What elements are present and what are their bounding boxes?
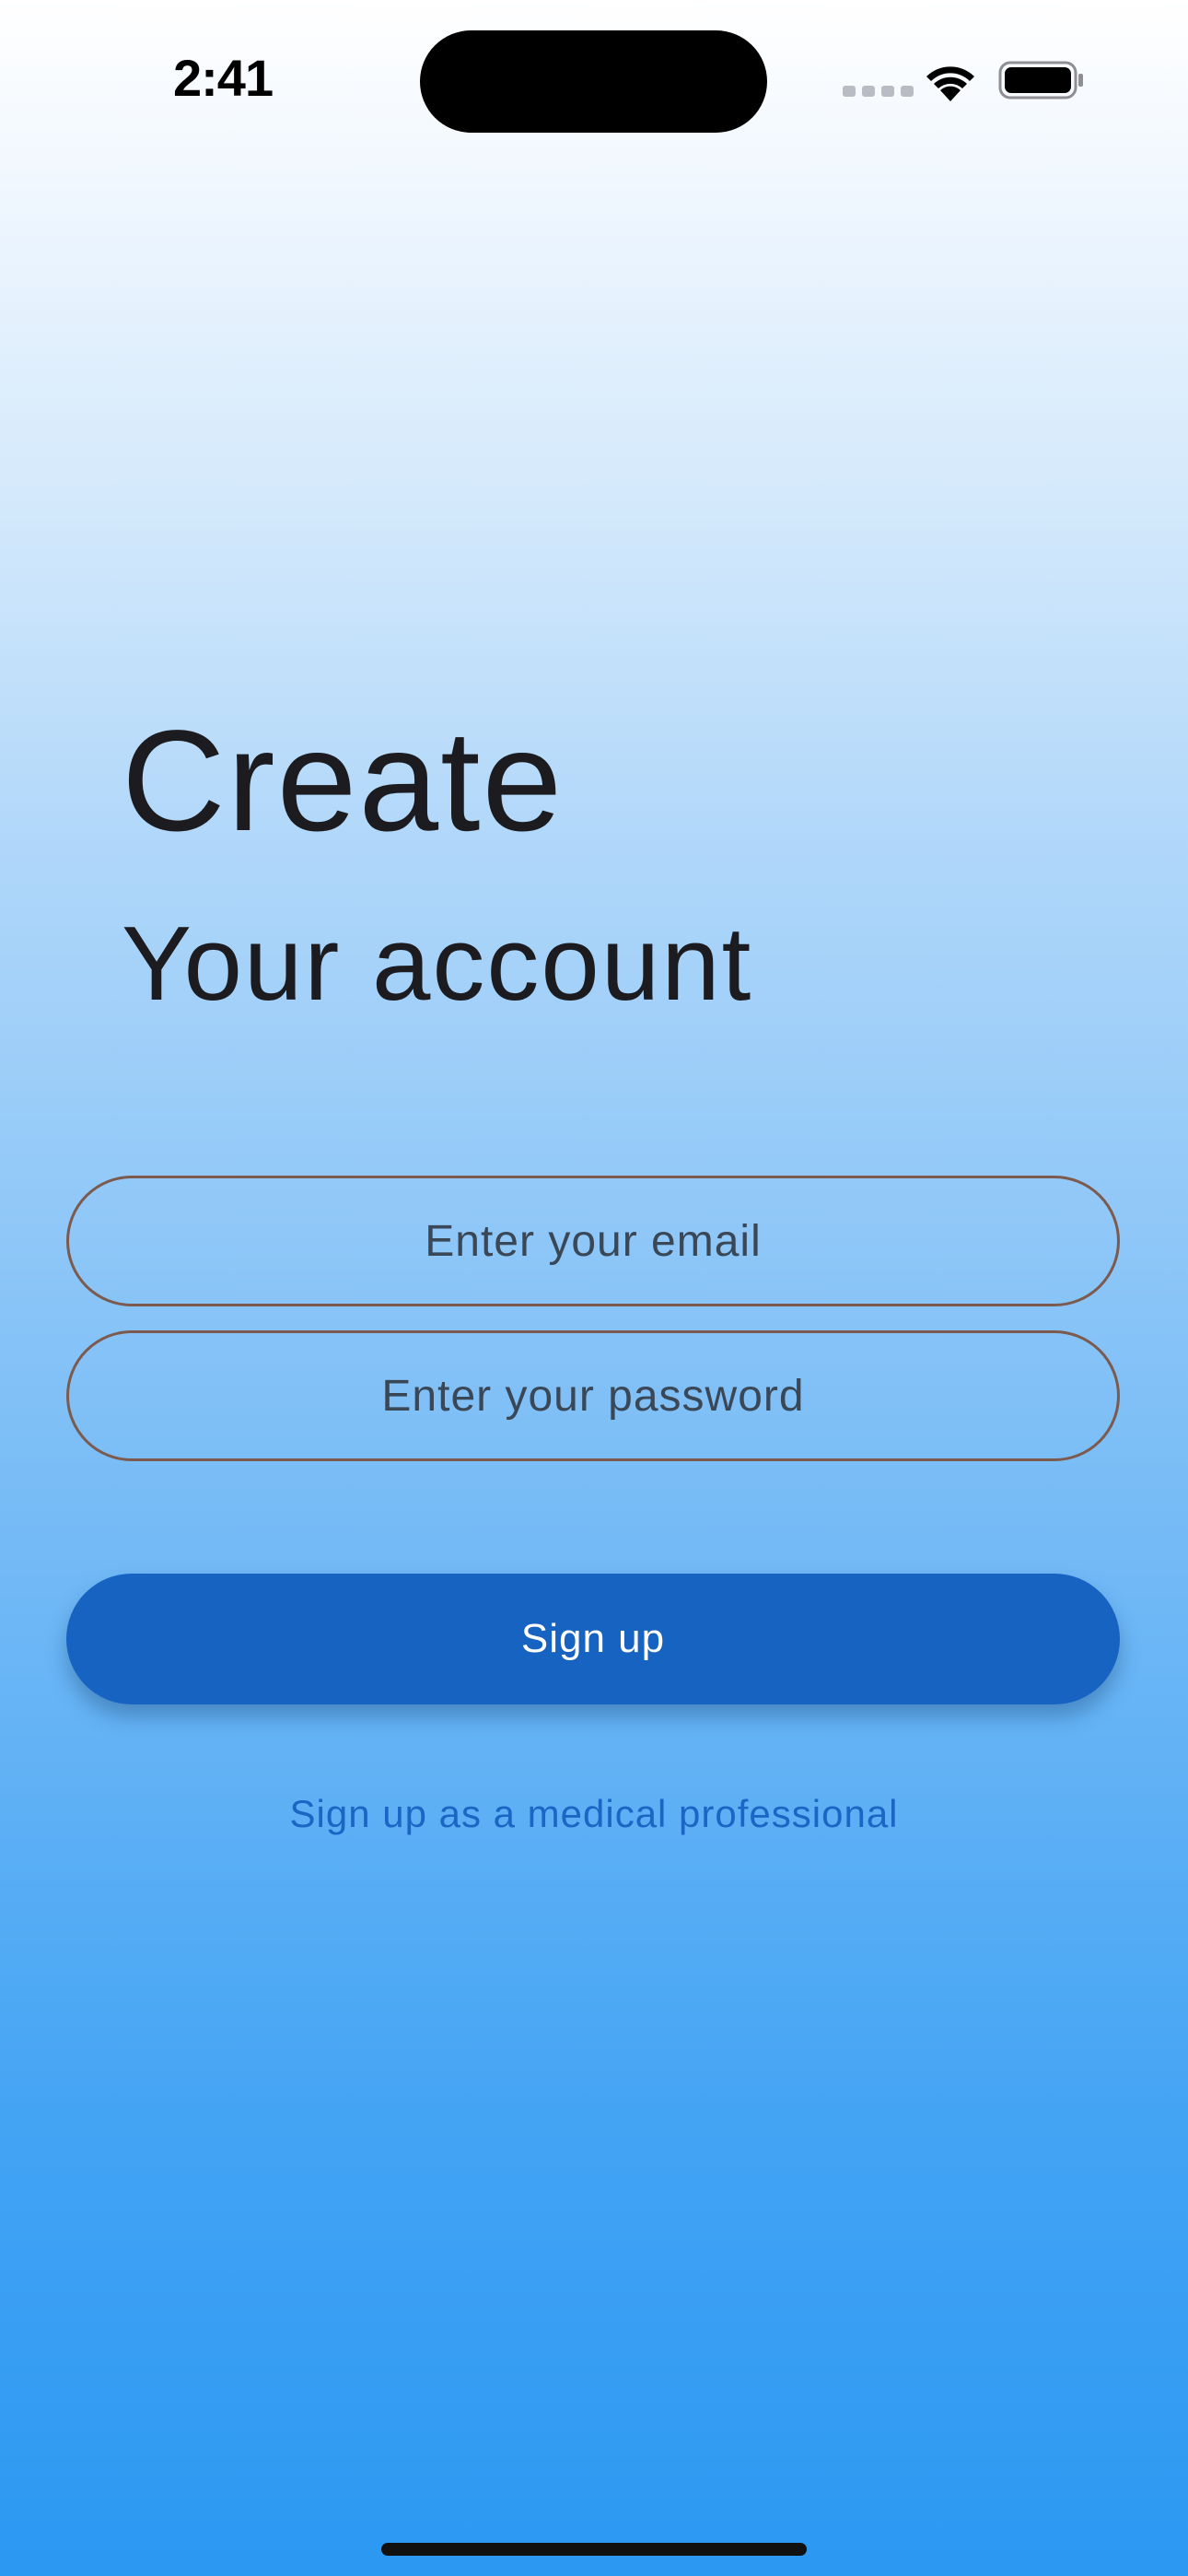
signup-button[interactable]: Sign up [66,1574,1120,1704]
email-field[interactable] [66,1176,1120,1306]
medical-professional-link[interactable]: Sign up as a medical professional [0,1792,1188,1836]
password-field[interactable] [66,1330,1120,1461]
cellular-signal-icon [843,86,914,97]
battery-icon [998,61,1083,100]
home-indicator[interactable] [381,2543,807,2556]
status-time: 2:41 [173,49,274,107]
dynamic-island [420,30,767,133]
wifi-icon [926,66,974,101]
signup-screen: 2:41 Create Your account Sign up Sign up… [0,0,1188,2576]
page-subtitle: Your account [122,906,753,1023]
page-title: Create [122,701,565,861]
